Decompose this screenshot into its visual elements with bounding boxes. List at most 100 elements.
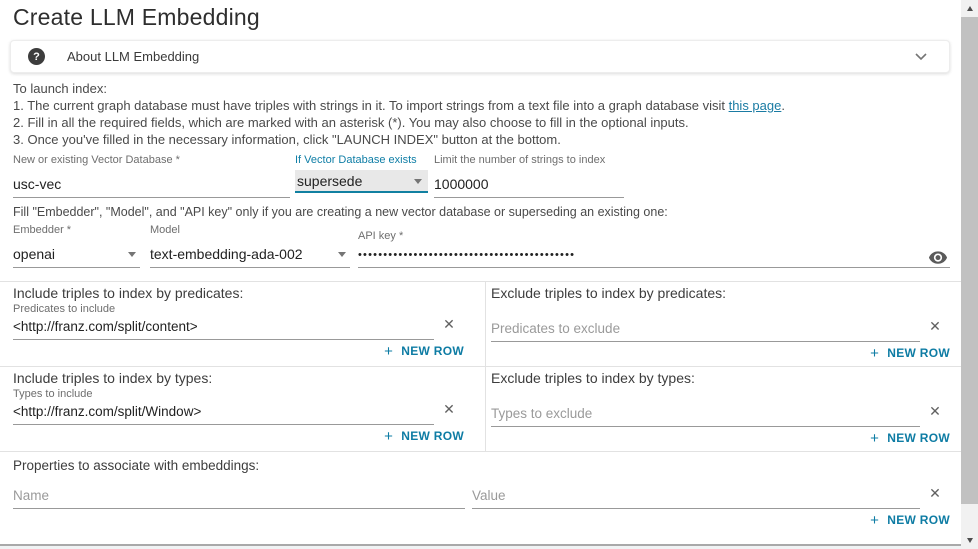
exclude-predicates-heading: Exclude triples to index by predicates:: [491, 285, 727, 301]
instructions-step-2: 2. Fill in all the required fields, whic…: [13, 115, 689, 130]
if-exists-select[interactable]: supersede: [295, 170, 428, 193]
if-exists-field: If Vector Database exists supersede: [295, 154, 428, 198]
include-predicates-section: Include triples to index by predicates: …: [0, 282, 486, 366]
property-value-col: [472, 487, 920, 509]
clear-row-icon[interactable]: ✕: [920, 485, 950, 509]
types-to-include-input[interactable]: [13, 403, 434, 425]
exclude-types-section: Exclude triples to index by types: ✕ + N…: [486, 366, 961, 451]
create-llm-embedding-page: Create LLM Embedding ? About LLM Embeddi…: [0, 0, 978, 549]
api-key-input[interactable]: ••••••••••••••••••••••••••••••••••••••••…: [358, 245, 950, 268]
include-types-row: Types to include ✕: [13, 388, 464, 425]
scrollbar-down-button[interactable]: [961, 532, 978, 549]
exclude-predicates-new-row-button[interactable]: + NEW ROW: [491, 345, 950, 362]
chevron-down-icon[interactable]: [915, 52, 927, 61]
vertical-scrollbar[interactable]: [961, 0, 978, 549]
vector-database-field: New or existing Vector Database *: [13, 154, 290, 198]
plus-icon: +: [870, 430, 880, 447]
model-select[interactable]: text-embedding-ada-002: [150, 244, 350, 268]
if-exists-selected-value: supersede: [297, 173, 363, 189]
include-types-new-row-button[interactable]: + NEW ROW: [13, 428, 464, 445]
visibility-eye-icon[interactable]: [928, 251, 948, 265]
exclude-predicates-row: ✕: [491, 303, 950, 342]
include-predicates-new-row-button[interactable]: + NEW ROW: [13, 343, 464, 360]
clear-row-icon[interactable]: ✕: [434, 401, 464, 425]
predicates-to-include-input[interactable]: [13, 318, 434, 340]
include-predicates-input-col: Predicates to include: [13, 303, 434, 340]
property-value-input[interactable]: [472, 487, 920, 509]
embedder-field: Embedder * openai: [13, 224, 140, 268]
triples-filter-grid: Include triples to index by predicates: …: [0, 281, 961, 451]
new-row-label: NEW ROW: [887, 346, 950, 360]
about-expansion-panel[interactable]: ? About LLM Embedding: [10, 40, 950, 73]
about-panel-label: About LLM Embedding: [67, 49, 200, 64]
new-row-label: NEW ROW: [887, 513, 950, 527]
page-content: Create LLM Embedding ? About LLM Embeddi…: [0, 0, 961, 549]
dropdown-arrow-icon: [128, 251, 136, 257]
api-key-label: API key *: [358, 230, 404, 242]
triangle-down-icon: [966, 538, 973, 543]
help-icon: ?: [28, 48, 45, 65]
include-types-input-col: Types to include: [13, 388, 434, 425]
new-row-label: NEW ROW: [401, 429, 464, 443]
embedder-note: Fill "Embedder", "Model", and "API key" …: [13, 205, 668, 219]
dropdown-arrow-icon: [414, 178, 422, 184]
database-fields-row: New or existing Vector Database * If Vec…: [13, 154, 961, 198]
embedder-label: Embedder *: [13, 224, 72, 236]
exclude-types-new-row-button[interactable]: + NEW ROW: [491, 430, 950, 447]
clear-row-icon[interactable]: ✕: [920, 318, 950, 342]
instructions-intro: To launch index:: [13, 81, 107, 96]
model-field: Model text-embedding-ada-002: [150, 224, 350, 268]
vector-database-label: New or existing Vector Database *: [13, 154, 180, 166]
model-label: Model: [150, 224, 180, 236]
predicates-to-include-label: Predicates to include: [13, 303, 116, 315]
step1-text-end: .: [781, 98, 785, 113]
include-types-section: Include triples to index by types: Types…: [0, 366, 486, 451]
if-exists-label: If Vector Database exists: [295, 154, 417, 166]
property-name-col: [13, 487, 465, 509]
exclude-predicates-section: Exclude triples to index by predicates: …: [486, 282, 961, 366]
scrollbar-thumb[interactable]: [961, 17, 978, 504]
predicates-to-exclude-input[interactable]: [491, 320, 920, 342]
plus-icon: +: [384, 428, 394, 445]
properties-heading: Properties to associate with embeddings:: [13, 458, 260, 473]
embedder-select[interactable]: openai: [13, 244, 140, 268]
include-types-heading: Include triples to index by types:: [13, 370, 213, 386]
properties-new-row-button[interactable]: + NEW ROW: [13, 512, 950, 529]
instructions-step-3: 3. Once you've filled in the necessary i…: [13, 132, 561, 147]
instructions: To launch index: 1. The current graph da…: [13, 80, 961, 148]
exclude-types-row: ✕: [491, 388, 950, 427]
triangle-up-icon: [966, 6, 973, 11]
exclude-predicates-input-col: [491, 303, 920, 342]
types-to-exclude-input[interactable]: [491, 405, 920, 427]
limit-input[interactable]: [434, 174, 624, 198]
embedder-fields-row: Embedder * openai Model text-embedding-a…: [13, 224, 950, 268]
page-title: Create LLM Embedding: [13, 4, 260, 30]
plus-icon: +: [384, 343, 394, 360]
this-page-link[interactable]: this page: [729, 98, 782, 113]
exclude-types-input-col: [491, 388, 920, 427]
property-name-input[interactable]: [13, 487, 465, 509]
scrollbar-up-button[interactable]: [961, 0, 978, 17]
api-key-field: API key * ••••••••••••••••••••••••••••••…: [358, 224, 950, 268]
types-to-include-label: Types to include: [13, 388, 93, 400]
step1-text: 1. The current graph database must have …: [13, 98, 729, 113]
include-predicates-heading: Include triples to index by predicates:: [13, 285, 244, 301]
clear-row-icon[interactable]: ✕: [920, 403, 950, 427]
exclude-types-heading: Exclude triples to index by types:: [491, 370, 695, 386]
model-selected-value: text-embedding-ada-002: [150, 246, 303, 262]
include-predicates-row: Predicates to include ✕: [13, 303, 464, 340]
properties-section: Properties to associate with embeddings:…: [0, 451, 961, 533]
new-row-label: NEW ROW: [401, 344, 464, 358]
bottom-divider: [0, 544, 961, 549]
properties-row: ✕: [13, 485, 950, 509]
limit-field: Limit the number of strings to index: [434, 154, 624, 198]
embedder-selected-value: openai: [13, 246, 56, 262]
plus-icon: +: [870, 512, 880, 529]
vector-database-input[interactable]: [13, 174, 290, 198]
instructions-step-1: 1. The current graph database must have …: [13, 97, 961, 114]
dropdown-arrow-icon: [338, 251, 346, 257]
new-row-label: NEW ROW: [887, 431, 950, 445]
limit-label: Limit the number of strings to index: [434, 154, 606, 166]
clear-row-icon[interactable]: ✕: [434, 316, 464, 340]
plus-icon: +: [870, 345, 880, 362]
